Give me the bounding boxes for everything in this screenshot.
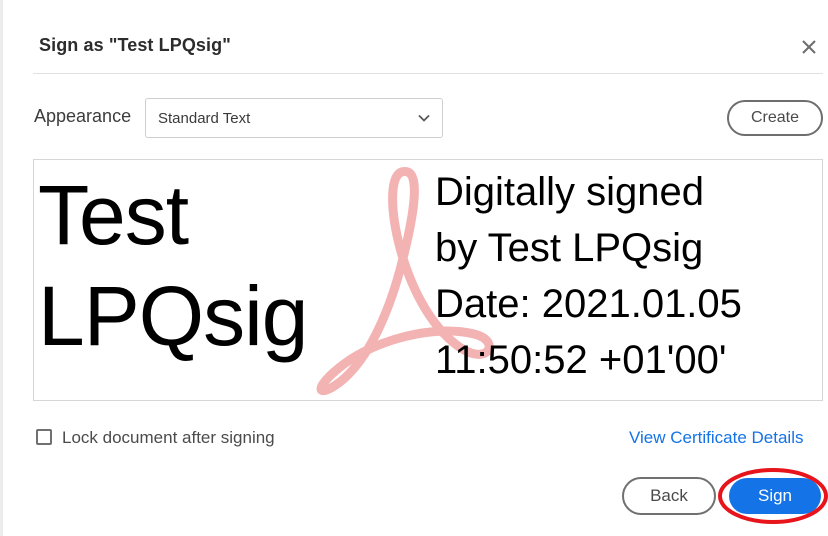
create-button[interactable]: Create (727, 100, 823, 136)
appearance-dropdown[interactable]: Standard Text (145, 98, 443, 138)
close-icon (802, 40, 816, 54)
signature-preview: Test LPQsig Digitally signed by Test LPQ… (33, 159, 823, 401)
signature-details-text: Digitally signed by Test LPQsig Date: 20… (435, 170, 742, 382)
dialog-title: Sign as "Test LPQsig" (39, 35, 231, 55)
sign-button[interactable]: Sign (729, 478, 821, 514)
chevron-down-icon (418, 114, 430, 122)
back-button[interactable]: Back (622, 477, 716, 515)
close-button[interactable] (798, 36, 820, 58)
lock-document-checkbox[interactable] (36, 429, 52, 445)
view-certificate-link[interactable]: View Certificate Details (629, 428, 803, 448)
signature-name-text: Test LPQsig (38, 168, 308, 363)
lock-document-label: Lock document after signing (62, 428, 275, 447)
appearance-selected-value: Standard Text (158, 110, 251, 127)
appearance-label: Appearance (34, 106, 132, 126)
title-divider (33, 73, 823, 74)
sign-dialog: Sign as "Test LPQsig" Appearance Standar… (0, 0, 828, 536)
